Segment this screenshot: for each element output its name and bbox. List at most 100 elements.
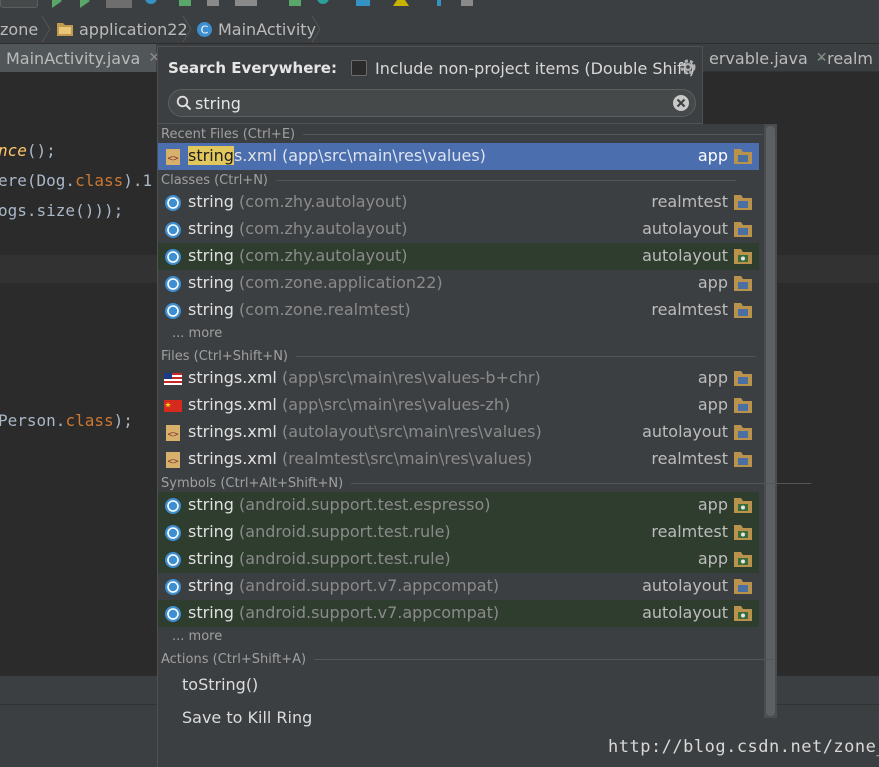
result-row[interactable]: string (com.zhy.autolayout) autolayout (158, 216, 759, 243)
stop-icon[interactable] (104, 0, 134, 8)
help-icon[interactable] (430, 0, 448, 8)
xml-file-icon: <> (166, 149, 180, 165)
result-row[interactable]: strings.xml (app\src\main\res\values-zh)… (158, 392, 759, 419)
svg-text:<>: <> (168, 430, 179, 440)
more-symbols-link[interactable]: ... more (172, 629, 222, 644)
action-item-tostring[interactable]: toString() (182, 675, 258, 694)
result-name: string (com.zone.application22) (188, 273, 443, 292)
scroll-thumb[interactable] (766, 126, 775, 716)
layout-icon[interactable] (354, 0, 372, 8)
result-module: app (697, 549, 728, 568)
svg-text:<>: <> (168, 457, 179, 467)
library-folder-icon (734, 606, 752, 621)
class-icon (165, 525, 181, 541)
result-row[interactable]: strings.xml (app\src\main\res\values-b+c… (158, 365, 759, 392)
class-icon (165, 606, 181, 622)
xml-file-icon: <> (166, 452, 180, 468)
structure-icon[interactable] (234, 0, 258, 8)
module-folder-icon (734, 222, 752, 237)
tab-mainactivity[interactable]: MainActivity.java ✕ (0, 44, 160, 72)
main-toolbar (0, 0, 879, 14)
android-icon[interactable] (286, 0, 304, 8)
run-config-dropdown[interactable] (0, 0, 38, 8)
class-icon: C (197, 21, 212, 37)
result-row[interactable]: string (com.zone.realmtest) realmtest (158, 297, 759, 324)
module-folder-icon (734, 425, 752, 440)
result-module: app (697, 395, 728, 414)
result-name: string (android.support.v7.appcompat) (188, 603, 500, 622)
search-input[interactable] (195, 92, 665, 114)
include-non-project-checkbox[interactable] (351, 60, 367, 76)
tab-realm[interactable]: realm (814, 44, 879, 72)
result-name: strings.xml (app\src\main\res\values) (188, 146, 486, 165)
breadcrumb-item-mainactivity[interactable]: C MainActivity (196, 14, 316, 44)
gallery-icon[interactable] (458, 0, 476, 8)
class-icon (165, 303, 181, 319)
include-non-project-label[interactable]: Include non-project items (Double Shift) (375, 59, 695, 78)
action-item-save-to-kill-ring[interactable]: Save to Kill Ring (182, 708, 312, 727)
xml-file-icon: <> (166, 425, 180, 441)
result-module: app (697, 146, 728, 165)
avd-icon[interactable] (176, 0, 194, 8)
results-scrollbar[interactable] (764, 124, 777, 718)
popup-title: Search Everywhere: (168, 59, 337, 77)
result-module: autolayout (642, 603, 728, 622)
breadcrumb-label: zone (0, 19, 39, 39)
gear-icon[interactable] (679, 58, 697, 76)
more-classes-link[interactable]: ... more (172, 326, 222, 341)
result-row[interactable]: <> strings.xml (app\src\main\res\values)… (158, 143, 759, 170)
result-row[interactable]: <> strings.xml (realmtest\src\main\res\v… (158, 446, 759, 473)
search-box[interactable] (168, 89, 696, 117)
result-name: strings.xml (app\src\main\res\values-zh) (188, 395, 511, 414)
result-row[interactable]: string (android.support.test.espresso) a… (158, 492, 759, 519)
result-row[interactable]: string (com.zhy.autolayout) autolayout (158, 243, 759, 270)
breadcrumb-separator-icon (41, 15, 51, 43)
result-module: app (697, 495, 728, 514)
result-row[interactable]: string (android.support.v7.appcompat) au… (158, 600, 759, 627)
result-row[interactable]: string (android.support.v7.appcompat) au… (158, 573, 759, 600)
watermark: http://blog.csdn.net/zone_ (608, 737, 879, 757)
module-folder-icon (734, 303, 752, 318)
group-header-actions: Actions (Ctrl+Shift+A) (161, 650, 775, 668)
result-module: autolayout (642, 219, 728, 238)
module-folder-icon (734, 276, 752, 291)
result-name: string (com.zhy.autolayout) (188, 246, 408, 265)
code-line: ogs.size())); (0, 201, 124, 220)
result-name: string (com.zhy.autolayout) (188, 219, 408, 238)
result-row[interactable]: <> strings.xml (autolayout\src\main\res\… (158, 419, 759, 446)
result-name: string (android.support.test.rule) (188, 522, 451, 541)
code-line: nce(); (0, 141, 56, 160)
breadcrumb-separator-icon (182, 15, 192, 43)
class-icon (165, 498, 181, 514)
folder-icon (57, 23, 73, 36)
sync-icon[interactable] (142, 0, 160, 8)
run-icon[interactable] (48, 0, 66, 8)
group-header-classes: Classes (Ctrl+N) (161, 171, 736, 189)
breadcrumb-separator-icon (311, 15, 321, 43)
code-line: ere(Dog.class).1 (0, 171, 153, 190)
sdk-icon[interactable] (204, 0, 222, 8)
warning-icon[interactable] (392, 0, 410, 8)
cn-flag-icon (164, 400, 182, 412)
result-module: app (697, 368, 728, 387)
clear-search-icon[interactable] (672, 94, 690, 112)
tab-label: ervable.java (709, 48, 808, 68)
class-icon (165, 579, 181, 595)
breadcrumb-item-application22[interactable]: application22 (56, 14, 188, 44)
result-row[interactable]: string (android.support.test.rule) app (158, 546, 759, 573)
monitor-icon[interactable] (314, 0, 332, 8)
breadcrumb-item-zone[interactable]: zone (0, 14, 38, 44)
result-row[interactable]: string (android.support.test.rule) realm… (158, 519, 759, 546)
result-module: autolayout (642, 422, 728, 441)
svg-text:<>: <> (168, 154, 179, 164)
debug-icon[interactable] (76, 0, 94, 8)
tab-observable[interactable]: ervable.java ✕ (703, 44, 827, 72)
class-icon (165, 276, 181, 292)
result-row[interactable]: string (com.zhy.autolayout) realmtest (158, 189, 759, 216)
code-line: Person.class); (0, 411, 133, 430)
result-row[interactable]: string (com.zone.application22) app (158, 270, 759, 297)
library-folder-icon (734, 525, 752, 540)
breadcrumb-label: MainActivity (218, 19, 317, 39)
tab-label: realm (827, 48, 873, 68)
result-module: realmtest (651, 300, 728, 319)
